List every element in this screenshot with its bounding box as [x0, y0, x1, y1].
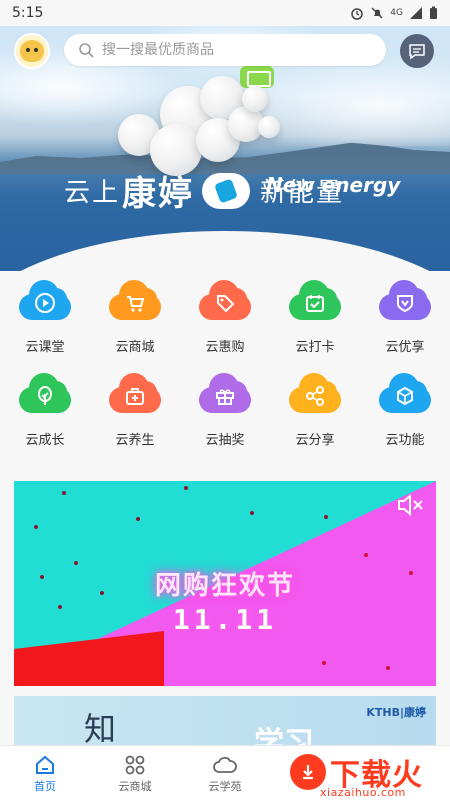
home-icon	[36, 755, 54, 774]
grid-item-cloud-share[interactable]: 云分享	[270, 373, 360, 448]
grid-item-label: 云抽奖	[205, 433, 245, 448]
status-bar: 5:15 4G	[0, 0, 450, 26]
mute-button[interactable]	[396, 493, 424, 517]
decor-dot	[364, 553, 368, 557]
grid-item-label: 云分享	[295, 433, 335, 448]
grid-item-cloud-discount[interactable]: 云惠购	[180, 280, 270, 355]
grid-item-cloud-class[interactable]: 云课堂	[0, 280, 90, 355]
search-input[interactable]	[102, 42, 362, 58]
hero-title-large: 康婷	[122, 174, 195, 214]
watermark-logo-icon	[290, 754, 326, 790]
decor-dot	[250, 511, 254, 515]
function-grid: 云课堂 云商城 云惠购 云打卡 云优享 云成长 云养生 云抽奖 云分享 云功能	[0, 280, 450, 448]
search-icon	[79, 43, 94, 58]
grid-item-label: 云课堂	[25, 340, 65, 355]
play-icon	[19, 280, 71, 320]
cloud-icon	[213, 756, 237, 773]
network-type: 4G	[390, 8, 403, 18]
decor-dot	[322, 661, 326, 665]
shield-icon	[379, 280, 431, 320]
tree-icon	[19, 373, 71, 413]
search-bar[interactable]	[64, 34, 386, 66]
message-button[interactable]	[400, 34, 434, 68]
tag-icon	[199, 280, 251, 320]
status-icons: 4G	[350, 6, 438, 20]
mute-notification-icon	[371, 7, 383, 19]
decor-dot	[34, 525, 38, 529]
chat-icon	[409, 44, 425, 60]
cart-icon	[109, 280, 161, 320]
brand-cloud-icon	[202, 172, 251, 209]
calendar-icon	[289, 280, 341, 320]
grid-item-label: 云惠购	[205, 340, 245, 355]
grid-item-cloud-mall[interactable]: 云商城	[90, 280, 180, 355]
decor-ball	[242, 86, 268, 112]
nav-label: 首页	[34, 779, 56, 793]
grid-item-label: 云成长	[25, 433, 65, 448]
banner2-character: 知	[84, 710, 117, 748]
grid-item-cloud-health[interactable]: 云养生	[90, 373, 180, 448]
grid-item-label: 云商城	[115, 340, 155, 355]
medkit-icon	[109, 373, 161, 413]
hero-title-en: New energy	[266, 173, 401, 197]
alarm-icon	[351, 8, 364, 20]
grid-item-label: 云功能	[385, 433, 425, 448]
grid-item-cloud-growth[interactable]: 云成长	[0, 373, 90, 448]
watermark-url: xiazaihuo.com	[320, 786, 406, 799]
nav-label: 云学苑	[208, 779, 242, 793]
banner-title: 网购狂欢节	[154, 571, 295, 601]
signal-icon	[410, 7, 422, 19]
gift-icon	[199, 373, 251, 413]
decor-dot	[136, 517, 140, 521]
decor-dot	[184, 486, 188, 490]
nav-cloud-mall[interactable]: 云商城	[90, 746, 180, 800]
battery-icon	[430, 6, 437, 19]
avatar-face	[20, 40, 44, 62]
avatar[interactable]	[14, 33, 50, 69]
decor-dot	[62, 491, 66, 495]
grid-item-cloud-premium[interactable]: 云优享	[360, 280, 450, 355]
status-time: 5:15	[12, 5, 44, 21]
nav-cloud-academy[interactable]: 云学苑	[180, 746, 270, 800]
cube-icon	[379, 373, 431, 413]
hero-bottom-curve	[0, 231, 450, 271]
decor-dot	[324, 515, 328, 519]
mute-icon	[398, 493, 423, 517]
grid-item-label: 云打卡	[295, 340, 335, 355]
nav-label: 云商城	[118, 779, 152, 793]
decor-ball	[258, 116, 280, 138]
grid-icon	[125, 755, 145, 774]
brand-logo: KTHB|康婷	[366, 706, 426, 719]
banner-subtitle: 11.11	[172, 603, 278, 636]
hero-title-small: 云上	[64, 178, 121, 208]
grid-item-cloud-checkin[interactable]: 云打卡	[270, 280, 360, 355]
promo-banner[interactable]: 网购狂欢节 11.11	[14, 481, 436, 686]
share-icon	[289, 373, 341, 413]
app-screen: 5:15 4G 云上 康婷 新能量 New energy 搜一搜最优质商品 云课…	[0, 0, 450, 800]
decor-dot	[386, 666, 390, 670]
grid-item-cloud-lottery[interactable]: 云抽奖	[180, 373, 270, 448]
grid-item-cloud-features[interactable]: 云功能	[360, 373, 450, 448]
watermark: 下载火 xiazaihuo.com	[290, 750, 450, 800]
grid-item-label: 云养生	[115, 433, 155, 448]
mail-bubble-icon	[240, 66, 274, 88]
grid-item-label: 云优享	[385, 340, 425, 355]
nav-home[interactable]: 首页	[0, 746, 90, 800]
